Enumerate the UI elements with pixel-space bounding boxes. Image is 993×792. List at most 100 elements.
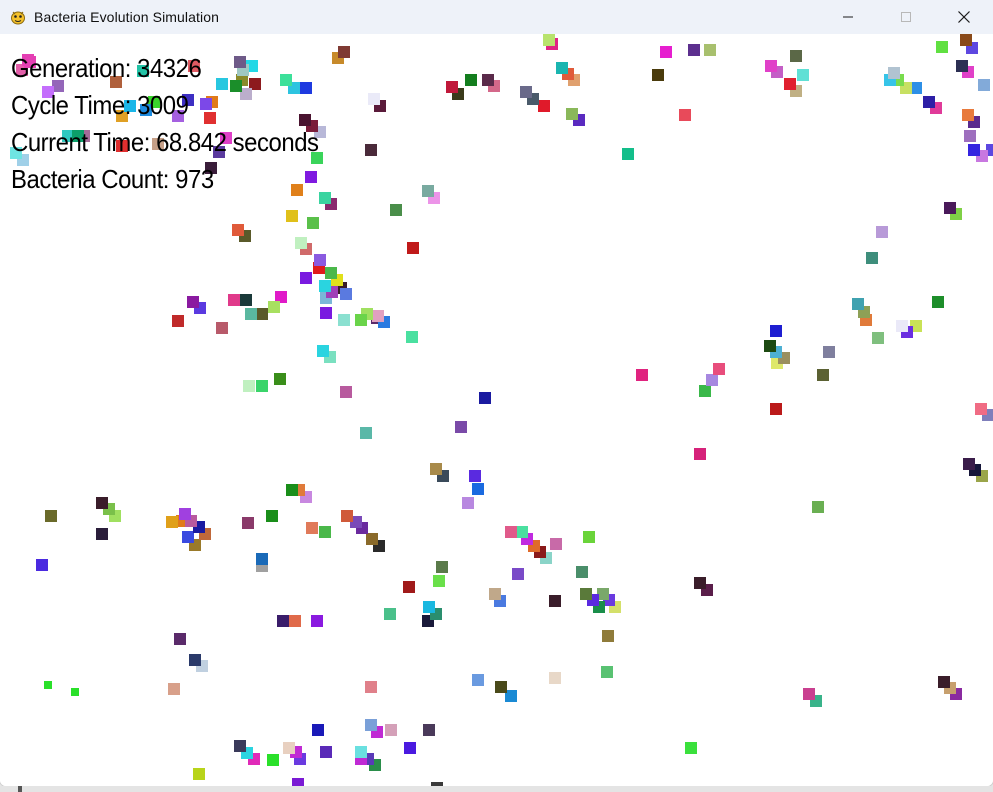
title-bar[interactable]: Bacteria Evolution Simulation — [0, 0, 993, 34]
bacterium — [784, 78, 796, 90]
bacterium — [469, 470, 481, 482]
bacterium — [317, 345, 329, 357]
bacterium — [286, 484, 298, 496]
bacterium — [385, 724, 397, 736]
bacterium — [685, 742, 697, 754]
bacterium — [446, 81, 458, 93]
bacterium — [193, 768, 205, 780]
bacterium — [550, 538, 562, 550]
bacterium — [433, 575, 445, 587]
bacterium — [245, 308, 257, 320]
bacterium — [479, 392, 491, 404]
maximize-button[interactable] — [877, 0, 935, 34]
bacterium — [366, 533, 378, 545]
bacterium — [96, 528, 108, 540]
bacterium — [694, 448, 706, 460]
bacterium — [436, 561, 448, 573]
minimize-button[interactable] — [819, 0, 877, 34]
bacterium — [286, 210, 298, 222]
bacterium — [923, 96, 935, 108]
bacterium — [580, 588, 592, 600]
bacterium — [512, 568, 524, 580]
bacterium — [311, 615, 323, 627]
bacterium — [764, 340, 776, 352]
bacterium — [274, 373, 286, 385]
maximize-icon — [901, 12, 911, 22]
bacterium — [713, 363, 725, 375]
bacterium — [406, 331, 418, 343]
bacterium — [576, 566, 588, 578]
bacterium — [852, 298, 864, 310]
bacterium — [422, 185, 434, 197]
bacterium — [45, 510, 57, 522]
bacterium — [234, 740, 246, 752]
simulation-window: Bacteria Evolution Simulation Generation… — [0, 0, 993, 786]
bacterium — [390, 204, 402, 216]
bacterium — [944, 202, 956, 214]
bacterium — [256, 380, 268, 392]
bacterium — [423, 724, 435, 736]
bacterium — [888, 67, 900, 79]
bacterium — [267, 754, 279, 766]
bacterium — [896, 320, 908, 332]
bacterium — [307, 217, 319, 229]
bacterium — [179, 508, 191, 520]
bacterium — [549, 595, 561, 607]
bacterium — [866, 252, 878, 264]
bacterium — [543, 34, 555, 46]
python-snake-icon — [11, 11, 25, 25]
bacterium — [465, 74, 477, 86]
bacterium — [320, 307, 332, 319]
bacterium — [365, 144, 377, 156]
bacterium — [482, 74, 494, 86]
bacterium — [384, 608, 396, 620]
bacterium — [472, 483, 484, 495]
bacterium — [538, 100, 550, 112]
bacterium — [601, 666, 613, 678]
bacterium — [968, 144, 980, 156]
bacterium — [312, 724, 324, 736]
bacterium — [295, 237, 307, 249]
bacterium — [216, 322, 228, 334]
bacterium — [823, 346, 835, 358]
bacterium — [975, 403, 987, 415]
bacterium — [455, 421, 467, 433]
bacterium — [172, 315, 184, 327]
bacterium — [243, 380, 255, 392]
bacterium — [320, 746, 332, 758]
simulation-canvas[interactable]: Generation: 34326 Cycle Time: 3009 Curre… — [0, 34, 993, 786]
bacterium — [505, 526, 517, 538]
bacterium — [319, 526, 331, 538]
bacterium — [368, 93, 380, 105]
bacterium — [660, 46, 672, 58]
bacterium — [812, 501, 824, 513]
bacterium — [340, 386, 352, 398]
bacterium — [242, 517, 254, 529]
bacterium — [355, 746, 367, 758]
bacterium — [938, 676, 950, 688]
bacterium — [338, 46, 350, 58]
bacterium — [256, 308, 268, 320]
bacterium — [96, 497, 108, 509]
bacterium — [872, 332, 884, 344]
bacterium — [790, 50, 802, 62]
bacterium — [407, 242, 419, 254]
bacterium — [232, 224, 244, 236]
bacterium — [803, 688, 815, 700]
close-button[interactable] — [935, 0, 993, 34]
bacterium — [932, 296, 944, 308]
bacterium — [266, 510, 278, 522]
bacterium — [876, 226, 888, 238]
window-title: Bacteria Evolution Simulation — [34, 9, 219, 25]
bacterium — [679, 109, 691, 121]
bacterium — [817, 369, 829, 381]
bacterium — [36, 559, 48, 571]
bacterium — [706, 374, 718, 386]
bacterium — [704, 44, 716, 56]
bacterium — [430, 463, 442, 475]
bacterium — [300, 272, 312, 284]
bacterium — [189, 654, 201, 666]
bacterium — [187, 296, 199, 308]
generation-label: Generation: 34326 — [11, 53, 202, 83]
bacterium — [688, 44, 700, 56]
